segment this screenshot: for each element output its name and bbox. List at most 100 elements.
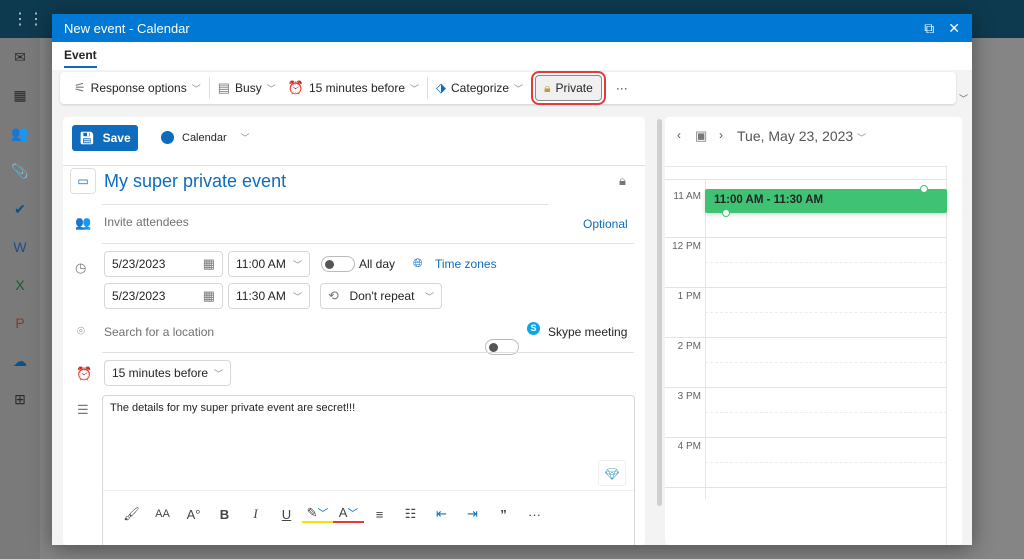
highlight-icon[interactable]: ✎﹀ — [302, 505, 333, 523]
more-options-button[interactable]: ··· — [610, 74, 634, 102]
previous-day-icon[interactable]: ‹ — [677, 128, 681, 142]
invite-attendees-input[interactable]: Invite attendees — [104, 215, 189, 229]
chevron-down-icon: ﹀ — [191, 83, 201, 94]
scrollbar[interactable] — [657, 119, 662, 506]
chevron-down-icon: ﹀ — [292, 291, 302, 302]
hour-line — [665, 487, 947, 488]
people-icon[interactable]: 👥 — [11, 124, 29, 142]
excel-icon[interactable]: X — [11, 276, 29, 294]
italic-icon[interactable]: I — [240, 506, 271, 522]
hour-label: 12 PM — [672, 241, 701, 252]
categorize-label: Categorize — [451, 81, 510, 95]
start-time-select[interactable]: 11:00 AM ﹀ — [228, 251, 310, 277]
todo-icon[interactable]: ✔ — [11, 200, 29, 218]
diamond-icon[interactable]: 💎︎ — [598, 460, 626, 486]
repeat-value: Don't repeat — [349, 289, 415, 303]
calendar-icon[interactable]: ▦ — [203, 256, 215, 272]
lock-icon: 🔒︎ — [619, 173, 626, 188]
chevron-down-icon: ﹀ — [514, 83, 524, 94]
event-form: 💾︎ Save Calendar ﹀ ▭ My super private even… — [63, 117, 645, 545]
divider — [102, 352, 634, 353]
hour-line — [665, 387, 947, 388]
increase-indent-icon[interactable]: ⇥ — [457, 506, 488, 522]
grow-font-icon[interactable]: A° — [178, 507, 209, 522]
today-icon[interactable]: ▣ — [695, 128, 707, 144]
day-view-panel: ‹ ▣ › Tue, May 23, 2023 ﹀ 11 AM 12 PM 1 … — [665, 117, 962, 545]
bullets-icon[interactable]: ≡ — [364, 507, 395, 522]
bold-icon[interactable]: B — [209, 507, 240, 522]
alarm-icon: ⏰ — [287, 80, 304, 95]
onedrive-icon[interactable]: ☁ — [11, 352, 29, 370]
private-button[interactable]: 🔒︎ Private — [531, 71, 606, 105]
numbering-icon[interactable]: ☷ — [395, 506, 426, 522]
chevron-down-icon: ﹀ — [410, 83, 420, 94]
formatting-toolbar: 🖌︎ AA A° B I U ✎﹀ A﹀ ≡ ☷ ⇤ ⇥ ” ··· — [116, 502, 550, 526]
hour-line — [665, 337, 947, 338]
alarm-icon: ⏰ — [76, 366, 93, 381]
response-options-button[interactable]: ⚟ Response options ﹀ — [68, 74, 207, 102]
popout-icon[interactable]: ⧉ — [924, 20, 934, 37]
time-zones-link[interactable]: Time zones — [435, 257, 497, 271]
event-type-icon[interactable]: ▭ — [70, 168, 96, 194]
half-hour-line — [705, 312, 947, 313]
busy-button[interactable]: ▤ Busy ﹀ — [212, 74, 282, 102]
tab-event[interactable]: Event — [64, 48, 97, 68]
calendar-icon[interactable]: ▦ — [11, 86, 29, 104]
repeat-select[interactable]: ⟲ Don't repeat ﹀ — [320, 283, 442, 309]
mail-icon[interactable]: ✉ — [11, 48, 29, 66]
all-day-toggle[interactable] — [321, 256, 355, 272]
more-formatting-icon[interactable]: ··· — [519, 507, 550, 522]
end-time-select[interactable]: 11:30 AM ﹀ — [228, 283, 310, 309]
optional-attendees-link[interactable]: Optional — [583, 217, 628, 231]
categorize-button[interactable]: ⬗ Categorize ﹀ — [430, 74, 529, 102]
calendar-icon[interactable]: ▦ — [203, 288, 215, 304]
half-hour-line — [705, 462, 947, 463]
save-button[interactable]: 💾︎ Save — [72, 125, 138, 151]
attachment-icon[interactable]: 📎 — [11, 162, 29, 180]
expand-ribbon-icon[interactable]: ﹀ — [959, 92, 968, 105]
busy-icon: ▤ — [217, 80, 231, 95]
reminder-button[interactable]: ⏰ 15 minutes before ﹀ — [282, 74, 425, 102]
underline-icon[interactable]: U — [271, 507, 302, 522]
divider — [63, 165, 645, 166]
font-color-icon[interactable]: A﹀ — [333, 505, 364, 523]
hour-label: 3 PM — [677, 391, 701, 402]
title-bar: New event - Calendar ⧉ ✕ — [52, 14, 972, 42]
start-date-input[interactable]: 5/23/2023 ▦ — [104, 251, 223, 277]
repeat-icon: ⟲ — [328, 288, 339, 303]
window-title: New event - Calendar — [64, 20, 190, 36]
calendar-label: Calendar — [182, 131, 227, 144]
calendar-picker[interactable]: Calendar ﹀ — [161, 131, 250, 144]
private-label: Private — [555, 81, 593, 95]
decrease-indent-icon[interactable]: ⇤ — [426, 506, 457, 522]
end-date-value: 5/23/2023 — [112, 289, 166, 303]
add-attendee-icon: 👥 — [75, 215, 92, 230]
powerpoint-icon[interactable]: P — [11, 314, 29, 332]
resize-handle-top[interactable] — [920, 185, 928, 193]
resize-handle-bottom[interactable] — [722, 209, 730, 217]
reminder-select[interactable]: 15 minutes before ﹀ — [104, 360, 231, 386]
word-icon[interactable]: W — [11, 238, 29, 256]
body-text[interactable]: The details for my super private event a… — [110, 402, 355, 414]
hour-line — [665, 179, 947, 180]
half-hour-line — [705, 362, 947, 363]
next-day-icon[interactable]: › — [719, 128, 723, 142]
event-title-input[interactable]: My super private event — [104, 171, 286, 192]
font-size-icon[interactable]: AA — [147, 508, 178, 520]
more-apps-icon[interactable]: ⊞ — [11, 390, 29, 408]
close-icon[interactable]: ✕ — [948, 20, 960, 37]
location-input[interactable]: Search for a location — [104, 325, 214, 339]
reminder-label: 15 minutes before — [308, 81, 405, 95]
ribbon-toolbar: ⚟ Response options ﹀ ▤ Busy ﹀ ⏰ 15 minutes be… — [60, 71, 956, 105]
quote-icon[interactable]: ” — [488, 507, 519, 522]
date-picker[interactable]: Tue, May 23, 2023 ﹀ — [737, 128, 866, 144]
end-date-input[interactable]: 5/23/2023 ▦ — [104, 283, 223, 309]
hour-label: 11 AM — [673, 191, 701, 202]
event-block[interactable]: 11:00 AM - 11:30 AM — [705, 189, 947, 213]
all-day-label: All day — [359, 257, 396, 271]
notes-icon: ☰ — [77, 402, 89, 417]
end-time-value: 11:30 AM — [236, 289, 286, 303]
app-launcher-icon[interactable]: ⋮⋮ — [12, 9, 44, 29]
format-painter-icon[interactable]: 🖌︎ — [116, 506, 147, 522]
chevron-down-icon: ﹀ — [424, 291, 434, 302]
